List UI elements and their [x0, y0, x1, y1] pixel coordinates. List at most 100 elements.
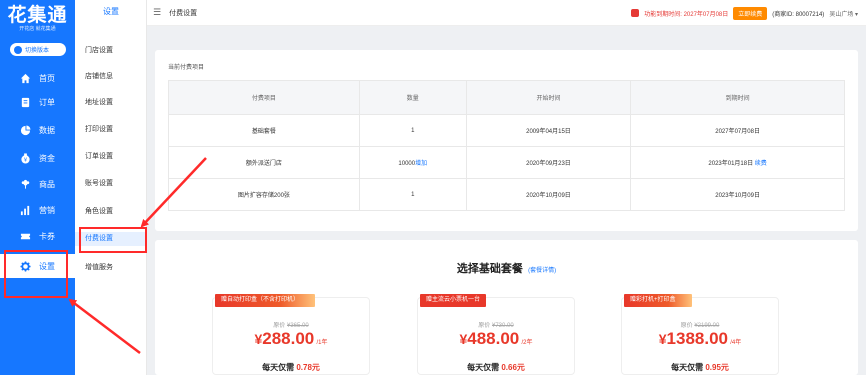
price-period: /4年	[730, 340, 742, 346]
submenu-item-order-settings[interactable]: 订单设置	[75, 150, 147, 164]
sidebar-item-home[interactable]: 首页	[0, 66, 75, 90]
submenu-item-account[interactable]: 账号设置	[75, 177, 147, 191]
toggle-knob	[14, 45, 22, 54]
column-header: 开始时间	[465, 80, 632, 115]
package-card-2year[interactable]: 赠主流云小票机一台 原价 ¥730.00 ¥488.00 /2年 每天仅需 0.…	[417, 294, 575, 375]
annotation-highlight-settings	[4, 250, 68, 298]
sidebar-item-orders[interactable]: 订单	[0, 90, 75, 114]
table-row: 额外派送门店 10000增加 2020年09月23日 2023年01月18日 续…	[168, 146, 845, 179]
submenu-item-shop-info[interactable]: 店铺信息	[75, 70, 147, 84]
paid-items-table: 付费项目 数量 开始时间 到期时间 基础套餐 1 2009年04月15日 202…	[168, 80, 845, 211]
daily-cost-label: 每天仅需	[467, 363, 500, 372]
item-qty: 1	[358, 114, 467, 147]
submenu-item-roles[interactable]: 角色设置	[75, 205, 147, 219]
settings-submenu: 设置 门店设置 店铺信息 地址设置 打印设置 订单设置 账号设置 角色设置 付费…	[75, 0, 147, 375]
package-gift-tag: 赠自动打印盒（不含打印机）	[215, 294, 316, 307]
item-name: 额外派送门店	[168, 146, 360, 179]
main-sidebar: 花集通 开花店 就花集通 切换版本 首页 订单 数据 ¥ 资金 商品 营销 卡券…	[0, 0, 75, 375]
item-end: 2023年01月18日	[708, 161, 754, 167]
renew-button[interactable]: 立即续费	[733, 6, 768, 20]
plan-detail-link[interactable]: (套餐详情)	[528, 268, 556, 274]
submenu-item-address[interactable]: 地址设置	[75, 96, 147, 110]
order-icon	[20, 97, 31, 108]
sidebar-item-label: 卡券	[39, 231, 55, 241]
page-title: 付费设置	[169, 9, 198, 17]
price-period: /2年	[521, 340, 533, 346]
column-header: 数量	[358, 80, 467, 115]
package-price: ¥1388.00 /4年	[622, 329, 778, 349]
original-price: 原价 ¥365.00	[213, 320, 369, 329]
version-toggle-label: 切换版本	[25, 48, 50, 54]
table-row: 基础套餐 1 2009年04月15日 2027年07月08日	[168, 114, 845, 147]
shop-id: (商家ID: 80007214)	[772, 11, 825, 18]
renew-link[interactable]: 续费	[755, 161, 767, 167]
item-name: 图片扩容存储200张	[168, 178, 360, 211]
expire-notice: 功能到期时间: 2027年07月08日	[644, 11, 729, 18]
sidebar-item-label: 订单	[39, 97, 55, 107]
sidebar-item-label: 商品	[39, 179, 55, 189]
submenu-item-print[interactable]: 打印设置	[75, 123, 147, 137]
sidebar-item-products[interactable]: 商品	[0, 172, 75, 196]
item-start: 2020年10月09日	[465, 178, 632, 211]
sidebar-item-label: 首页	[39, 73, 55, 83]
daily-cost-value: 0.95元	[705, 363, 729, 372]
original-price: 原价 ¥2199.00	[622, 320, 778, 329]
package-price: ¥488.00 /2年	[418, 329, 574, 349]
sidebar-item-label: 数据	[39, 125, 55, 135]
daily-cost: 每天仅需 0.78元	[213, 362, 369, 373]
logo-slogan: 开花店 就花集通	[19, 26, 56, 32]
plan-heading: 选择基础套餐 (套餐详情)	[155, 260, 858, 276]
svg-text:¥: ¥	[24, 157, 28, 163]
top-header: ☰ 付费设置 功能到期时间: 2027年07月08日 立即续费 (商家ID: 8…	[147, 0, 866, 26]
package-card-4year[interactable]: 赠彩打机+打印盒 原价 ¥2199.00 ¥1388.00 /4年 每天仅需 0…	[621, 294, 779, 375]
price-period: /1年	[316, 340, 328, 346]
daily-cost: 每天仅需 0.66元	[418, 362, 574, 373]
item-qty-cell: 10000增加	[358, 146, 467, 179]
plan-selection-card: 选择基础套餐 (套餐详情) 赠自动打印盒（不含打印机） 原价 ¥365.00 ¥…	[155, 240, 858, 375]
column-header: 到期时间	[630, 80, 845, 115]
chart-icon	[20, 124, 31, 136]
add-quantity-link[interactable]: 增加	[415, 161, 427, 167]
table-header-row: 付费项目 数量 开始时间 到期时间	[168, 80, 845, 115]
money-icon: ¥	[20, 152, 31, 164]
sidebar-item-funds[interactable]: ¥ 资金	[0, 146, 75, 170]
sidebar-item-marketing[interactable]: 营销	[0, 198, 75, 222]
table-row: 图片扩容存储200张 1 2020年10月09日 2023年10月09日	[168, 178, 845, 211]
package-card-1year[interactable]: 赠自动打印盒（不含打印机） 原价 ¥365.00 ¥288.00 /1年 每天仅…	[212, 294, 370, 375]
package-gift-tag: 赠彩打机+打印盒	[624, 294, 692, 307]
daily-cost: 每天仅需 0.95元	[622, 362, 778, 373]
price-value: 288.00	[262, 329, 315, 348]
daily-cost-value: 0.66元	[501, 363, 525, 372]
version-toggle[interactable]: 切换版本	[10, 43, 66, 56]
item-end-cell: 2023年01月18日 续费	[630, 146, 845, 179]
sidebar-item-coupons[interactable]: 卡券	[0, 224, 75, 248]
price-value: 1388.00	[666, 329, 728, 348]
menu-collapse-icon[interactable]: ☰	[153, 7, 161, 18]
plan-title: 选择基础套餐	[456, 263, 523, 275]
daily-cost-value: 0.78元	[296, 363, 320, 372]
marketing-icon	[20, 205, 31, 216]
item-qty: 10000	[398, 161, 416, 167]
home-icon	[20, 73, 31, 84]
header-status: 功能到期时间: 2027年07月08日 立即续费 (商家ID: 80007214…	[631, 0, 858, 26]
submenu-item-store-settings[interactable]: 门店设置	[75, 44, 147, 58]
product-icon	[20, 179, 31, 190]
daily-cost-label: 每天仅需	[671, 363, 704, 372]
shop-selector[interactable]: 吴山广场 ▾	[829, 9, 858, 18]
daily-cost-label: 每天仅需	[262, 363, 295, 372]
column-header: 付费项目	[168, 80, 360, 115]
currency-symbol: ¥	[658, 331, 667, 347]
package-price: ¥288.00 /1年	[213, 329, 369, 349]
submenu-item-value-added[interactable]: 增值服务	[75, 261, 147, 275]
annotation-highlight-billing	[79, 227, 147, 253]
item-qty: 1	[358, 178, 467, 211]
item-start: 2009年04月15日	[465, 114, 632, 147]
package-gift-tag: 赠主流云小票机一台	[420, 294, 487, 307]
sidebar-item-label: 营销	[39, 205, 55, 215]
app-logo: 花集通 开花店 就花集通	[0, 4, 75, 32]
item-end: 2023年10月09日	[630, 178, 845, 211]
sidebar-item-data[interactable]: 数据	[0, 118, 75, 142]
item-name: 基础套餐	[168, 114, 360, 147]
item-end: 2027年07月08日	[630, 114, 845, 147]
submenu-title: 设置	[103, 7, 119, 16]
